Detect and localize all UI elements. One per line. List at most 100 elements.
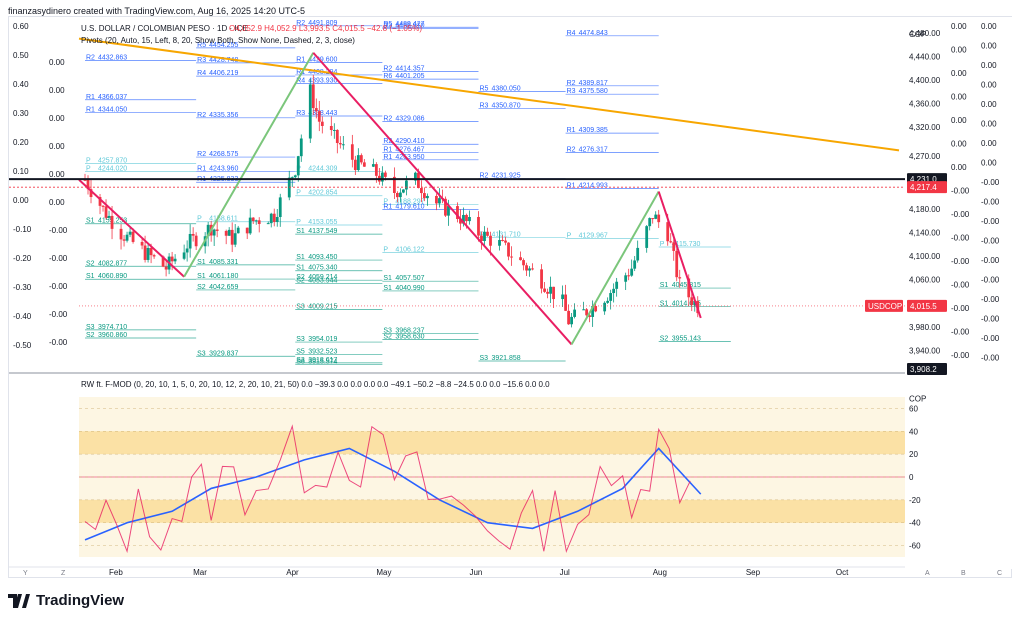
candle-body[interactable] — [420, 188, 423, 194]
candle-body[interactable] — [236, 227, 240, 234]
candle-body[interactable] — [498, 239, 501, 246]
candle-body[interactable] — [468, 216, 471, 222]
candle-body[interactable] — [630, 268, 634, 276]
tradingview-logo[interactable]: TradingView — [8, 592, 124, 609]
candle-body[interactable] — [146, 247, 150, 260]
candle-body[interactable] — [293, 175, 297, 178]
symbol-header[interactable]: U.S. DOLLAR / COLOMBIAN PESO · 1D · ICE — [81, 24, 248, 33]
candle-body[interactable] — [359, 155, 363, 163]
candle-body[interactable] — [504, 240, 507, 243]
candle-body[interactable] — [143, 245, 147, 260]
candle-body[interactable] — [251, 217, 255, 222]
candle-body[interactable] — [477, 216, 480, 236]
candle-body[interactable] — [317, 111, 321, 122]
candle-body[interactable] — [465, 214, 468, 222]
candle-body[interactable] — [417, 172, 420, 189]
candle-body[interactable] — [609, 293, 613, 301]
candle-body[interactable] — [212, 229, 216, 236]
candle-body[interactable] — [573, 309, 577, 317]
candle-body[interactable] — [525, 265, 528, 271]
candle-body[interactable] — [627, 275, 631, 277]
candle-body[interactable] — [570, 316, 574, 325]
candle-body[interactable] — [332, 129, 336, 131]
candle-body[interactable] — [654, 214, 658, 219]
candle-body[interactable] — [290, 177, 294, 179]
candle-body[interactable] — [173, 258, 177, 262]
candle-body[interactable] — [191, 233, 195, 236]
candle-body[interactable] — [672, 242, 676, 251]
candle-body[interactable] — [522, 260, 525, 266]
chart-container[interactable]: R2 4432.863 R1 4366.037 R1 4344.050 P 4257.870 P… — [8, 16, 1013, 578]
candle-body[interactable] — [404, 180, 408, 190]
candle-body[interactable] — [266, 223, 270, 225]
candle-body[interactable] — [398, 192, 402, 198]
candle-body[interactable] — [483, 231, 486, 242]
zigzag-leg[interactable] — [657, 191, 702, 319]
candle-body[interactable] — [119, 228, 123, 240]
candle-body[interactable] — [152, 255, 156, 257]
candle-body[interactable] — [131, 231, 135, 242]
candle-body[interactable] — [615, 281, 619, 289]
candle-body[interactable] — [567, 310, 570, 325]
candle-body[interactable] — [543, 288, 546, 292]
candle-body[interactable] — [594, 306, 598, 312]
candle-body[interactable] — [606, 300, 610, 303]
candle-body[interactable] — [636, 247, 640, 261]
candle-body[interactable] — [101, 205, 105, 207]
candle-body[interactable] — [272, 213, 276, 222]
candle-body[interactable] — [278, 197, 282, 218]
candle-body[interactable] — [245, 227, 249, 234]
candle-body[interactable] — [224, 230, 228, 236]
candle-body[interactable] — [519, 257, 522, 261]
candle-body[interactable] — [423, 193, 426, 199]
zigzag-leg[interactable] — [570, 191, 660, 345]
candle-body[interactable] — [546, 291, 549, 294]
candle-body[interactable] — [320, 121, 324, 126]
candle-body[interactable] — [185, 248, 189, 253]
candle-body[interactable] — [122, 239, 126, 241]
candle-body[interactable] — [104, 206, 108, 218]
zigzag-leg[interactable] — [78, 179, 185, 278]
candle-body[interactable] — [362, 162, 366, 167]
candle-body[interactable] — [248, 217, 252, 234]
candle-body[interactable] — [395, 192, 399, 198]
candle-body[interactable] — [531, 268, 534, 270]
candle-body[interactable] — [380, 172, 384, 182]
candle-body[interactable] — [657, 214, 661, 223]
candle-body[interactable] — [128, 231, 132, 235]
candle-body[interactable] — [338, 143, 342, 145]
candle-body[interactable] — [140, 241, 144, 246]
candle-body[interactable] — [149, 247, 153, 256]
candle-body[interactable] — [669, 241, 673, 243]
candle-body[interactable] — [561, 294, 564, 300]
candle-body[interactable] — [275, 217, 279, 222]
candle-body[interactable] — [582, 309, 586, 311]
candle-body[interactable] — [501, 239, 504, 241]
candle-body[interactable] — [678, 277, 682, 279]
candle-body[interactable] — [269, 213, 273, 224]
candle-body[interactable] — [350, 144, 354, 160]
candle-body[interactable] — [353, 159, 357, 171]
candle-body[interactable] — [633, 260, 637, 269]
candle-body[interactable] — [489, 235, 492, 246]
candle-body[interactable] — [188, 233, 192, 249]
candle-body[interactable] — [564, 294, 567, 311]
candle-body[interactable] — [194, 235, 198, 247]
candle-body[interactable] — [170, 256, 174, 262]
candle-body[interactable] — [215, 229, 219, 231]
candle-body[interactable] — [645, 226, 649, 248]
candle-body[interactable] — [125, 234, 129, 241]
candle-body[interactable] — [230, 229, 234, 245]
candle-body[interactable] — [296, 156, 300, 176]
candle-body[interactable] — [552, 286, 555, 300]
candle-body[interactable] — [299, 138, 303, 157]
candle-body[interactable] — [314, 108, 318, 112]
candle-body[interactable] — [383, 172, 387, 177]
candle-body[interactable] — [435, 195, 438, 204]
candle-body[interactable] — [329, 125, 333, 131]
candle-body[interactable] — [651, 218, 655, 220]
trendline[interactable] — [78, 37, 900, 152]
candle-body[interactable] — [624, 275, 628, 282]
candle-body[interactable] — [507, 242, 510, 257]
candle-body[interactable] — [374, 164, 378, 176]
